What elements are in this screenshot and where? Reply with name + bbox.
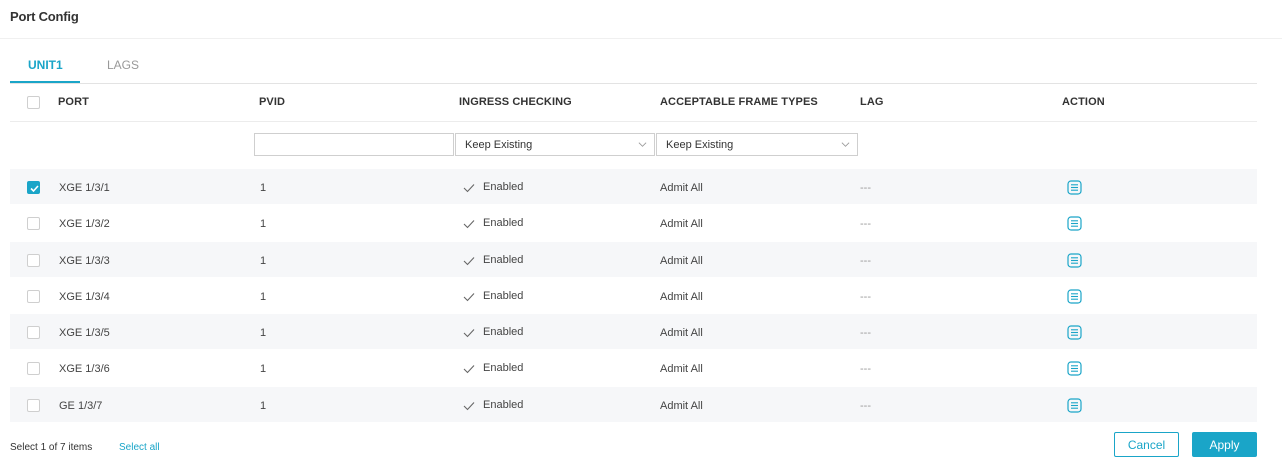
- header-lag[interactable]: LAG: [860, 96, 884, 108]
- row-checkbox[interactable]: [27, 362, 40, 376]
- lag-cell: ---: [860, 182, 871, 194]
- lag-cell: ---: [860, 254, 871, 267]
- table-row[interactable]: XGE 1/3/2 1 Enabled Admit All ---: [10, 205, 1257, 242]
- row-checkbox[interactable]: [27, 398, 40, 412]
- header-pvid[interactable]: PVID: [259, 96, 285, 108]
- port-cell: XGE 1/3/3: [59, 254, 110, 267]
- ingress-status-text: Enabled: [483, 398, 524, 411]
- cancel-button[interactable]: Cancel: [1114, 432, 1179, 457]
- frame-types-cell: Admit All: [660, 399, 703, 412]
- pvid-cell: 1: [260, 218, 267, 231]
- chevron-down-icon: [638, 142, 647, 147]
- pvid-cell: 1: [260, 182, 267, 194]
- table-row[interactable]: XGE 1/3/4 1 Enabled Admit All ---: [10, 278, 1257, 315]
- lag-cell: ---: [860, 218, 871, 231]
- ingress-cell: Enabled: [463, 181, 523, 193]
- check-icon: [463, 220, 475, 229]
- port-cell: XGE 1/3/4: [59, 290, 110, 303]
- tab-lags[interactable]: LAGS: [107, 58, 139, 72]
- check-icon: [463, 401, 475, 411]
- lag-cell: ---: [860, 327, 871, 340]
- lag-cell: ---: [860, 290, 871, 303]
- table-body: XGE 1/3/1 1 Enabled Admit All --- XGE 1/…: [10, 169, 1257, 424]
- pvid-cell: 1: [260, 363, 267, 376]
- tab-unit1[interactable]: UNIT1: [28, 58, 63, 72]
- table-row[interactable]: XGE 1/3/1 1 Enabled Admit All ---: [10, 169, 1257, 206]
- header-action: ACTION: [1062, 96, 1105, 108]
- table-row[interactable]: XGE 1/3/3 1 Enabled Admit All ---: [10, 241, 1257, 278]
- row-checkbox[interactable]: [27, 217, 40, 231]
- table-header: PORT PVID INGRESS CHECKING ACCEPTABLE FR…: [10, 84, 1257, 122]
- select-all-checkbox[interactable]: [27, 96, 40, 109]
- pvid-cell: 1: [260, 290, 267, 303]
- frame-types-cell: Admit All: [660, 218, 703, 231]
- ingress-checking-select-value: Keep Existing: [465, 139, 533, 151]
- pvid-cell: 1: [260, 399, 267, 412]
- row-checkbox[interactable]: [27, 253, 40, 267]
- check-icon: [463, 256, 475, 265]
- port-cell: GE 1/3/7: [59, 399, 103, 412]
- title-divider: [0, 38, 1282, 39]
- ingress-status-text: Enabled: [483, 289, 524, 302]
- port-cell: XGE 1/3/5: [59, 327, 110, 340]
- ingress-cell: Enabled: [463, 362, 523, 374]
- list-detail-icon[interactable]: [1067, 325, 1082, 340]
- row-checkbox[interactable]: [27, 326, 40, 340]
- ingress-checking-select[interactable]: Keep Existing: [455, 133, 655, 156]
- list-detail-icon[interactable]: [1067, 252, 1082, 268]
- check-icon: [463, 329, 475, 338]
- header-ingress-checking[interactable]: INGRESS CHECKING: [459, 96, 572, 108]
- frame-types-cell: Admit All: [660, 254, 703, 267]
- port-cell: XGE 1/3/2: [59, 218, 110, 231]
- ingress-status-text: Enabled: [483, 253, 524, 266]
- list-detail-icon[interactable]: [1067, 216, 1082, 231]
- frame-types-cell: Admit All: [660, 363, 703, 376]
- page-title: Port Config: [10, 9, 79, 24]
- table-row[interactable]: GE 1/3/7 1 Enabled Admit All ---: [10, 386, 1257, 424]
- chevron-down-icon: [841, 142, 850, 147]
- frame-types-cell: Admit All: [660, 290, 703, 303]
- filter-row: Keep Existing Keep Existing: [10, 122, 1257, 168]
- ingress-cell: Enabled: [463, 217, 523, 229]
- frame-types-cell: Admit All: [660, 327, 703, 340]
- ingress-cell: Enabled: [463, 399, 523, 411]
- list-detail-icon[interactable]: [1067, 180, 1082, 195]
- list-detail-icon[interactable]: [1067, 398, 1082, 413]
- pvid-cell: 1: [260, 327, 267, 340]
- ingress-status-text: Enabled: [483, 217, 524, 230]
- table-row[interactable]: XGE 1/3/6 1 Enabled Admit All ---: [10, 350, 1257, 387]
- ingress-status-text: Enabled: [483, 326, 524, 339]
- ingress-status-text: Enabled: [483, 181, 524, 193]
- pvid-filter-input[interactable]: [254, 133, 454, 156]
- port-cell: XGE 1/3/1: [59, 182, 110, 194]
- apply-button[interactable]: Apply: [1192, 432, 1257, 457]
- check-icon: [463, 365, 475, 374]
- ingress-cell: Enabled: [463, 254, 523, 266]
- ingress-cell: Enabled: [463, 290, 523, 302]
- tab-bar: UNIT1 LAGS: [10, 50, 1257, 84]
- check-icon: [463, 184, 475, 193]
- port-cell: XGE 1/3/6: [59, 363, 110, 376]
- check-icon: [463, 293, 475, 302]
- frame-types-cell: Admit All: [660, 182, 703, 194]
- select-all-link[interactable]: Select all: [119, 442, 160, 453]
- header-acceptable-frame-types[interactable]: ACCEPTABLE FRAME TYPES: [660, 96, 818, 108]
- selection-count: Select 1 of 7 items: [10, 442, 93, 453]
- list-detail-icon[interactable]: [1067, 361, 1082, 377]
- lag-cell: ---: [860, 363, 871, 376]
- frame-types-select[interactable]: Keep Existing: [656, 133, 858, 156]
- row-checkbox[interactable]: [27, 289, 40, 303]
- lag-cell: ---: [860, 399, 871, 412]
- active-tab-indicator: [10, 81, 80, 83]
- row-checkbox[interactable]: [27, 181, 40, 194]
- ingress-cell: Enabled: [463, 326, 523, 338]
- list-detail-icon[interactable]: [1067, 289, 1082, 304]
- table-row[interactable]: XGE 1/3/5 1 Enabled Admit All ---: [10, 314, 1257, 351]
- pvid-cell: 1: [260, 254, 267, 267]
- header-port[interactable]: PORT: [58, 96, 89, 108]
- ingress-status-text: Enabled: [483, 362, 524, 375]
- frame-types-select-value: Keep Existing: [666, 139, 734, 151]
